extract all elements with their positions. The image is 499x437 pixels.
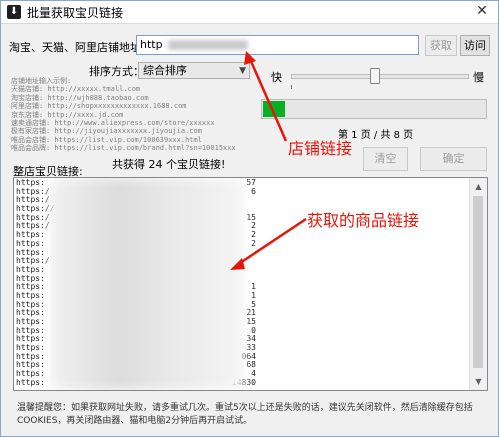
- help-line: 淘宝店铺: http://wjh888.taobao.com: [11, 93, 149, 102]
- vertical-scrollbar[interactable]: ▲ ▼: [469, 178, 487, 390]
- store-url-label: 淘宝、天猫、阿里店铺地址：: [9, 41, 152, 54]
- close-button[interactable]: ✕: [474, 3, 490, 19]
- help-line: 极有家店铺: http://jiyoujiaxxxxxxx.jiyoujia.c…: [11, 127, 202, 136]
- slider-ticks: [291, 85, 470, 89]
- fetch-button[interactable]: 获取: [425, 35, 457, 56]
- annotation-product-links: 获取的商品链接: [307, 211, 420, 230]
- store-url-input[interactable]: http: [136, 35, 419, 55]
- scroll-down-icon[interactable]: ▼: [470, 373, 487, 390]
- title-bar: ⬇ 批量获取宝贝链接 ✕: [1, 1, 498, 24]
- progress-fill: [263, 101, 285, 117]
- confirm-button[interactable]: 确定: [420, 147, 487, 171]
- scroll-thumb[interactable]: [473, 196, 483, 368]
- help-line: 唯品会品牌: https://list.vip.com/brand.html?s…: [11, 144, 236, 153]
- results-summary: 共获得 24 个宝贝链接!: [112, 158, 226, 171]
- help-line: 天猫店铺: http://xxxxx.tmall.com: [11, 85, 141, 94]
- redacted-url: [168, 40, 249, 50]
- link-prefix: https:: [16, 377, 45, 387]
- store-url-value: http: [140, 38, 163, 51]
- annotation-store-link: 店铺链接: [288, 139, 353, 158]
- footer-tip: 温馨提醒您：如果获取网址失败，请多重试几次。重试5次以上还是失败的话，建议先关闭…: [17, 403, 473, 426]
- download-icon: ⬇: [7, 5, 21, 19]
- scroll-up-icon[interactable]: ▲: [470, 178, 487, 195]
- sort-selected-value: 综合排序: [143, 64, 187, 77]
- help-text: 店铺地址输入示例: 天猫店铺: http://xxxxx.tmall.com 淘宝店…: [11, 77, 261, 153]
- app-window: ⬇ 批量获取宝贝链接 ✕ 淘宝、天猫、阿里店铺地址： http 获取 访问 排序…: [0, 0, 499, 437]
- help-line: 阿里店铺: http://shopxxxxxxxxxxxxx.1688.com: [11, 102, 187, 111]
- speed-slider-track[interactable]: [291, 74, 469, 79]
- speed-slider-thumb[interactable]: [370, 68, 380, 84]
- speed-fast-label: 快: [271, 71, 282, 84]
- clear-button[interactable]: 清空: [363, 147, 408, 171]
- progress-bar: [261, 99, 487, 119]
- redacted-links: [50, 178, 244, 390]
- help-line: 唯品会店铺: https://list.vip.com/100639xxx.ht…: [11, 135, 202, 144]
- speed-slow-label: 慢: [473, 71, 484, 84]
- help-line: 京东店铺: http://xxxx.jd.com: [11, 110, 124, 119]
- visit-button[interactable]: 访问: [460, 35, 490, 56]
- window-title: 批量获取宝贝链接: [27, 6, 124, 20]
